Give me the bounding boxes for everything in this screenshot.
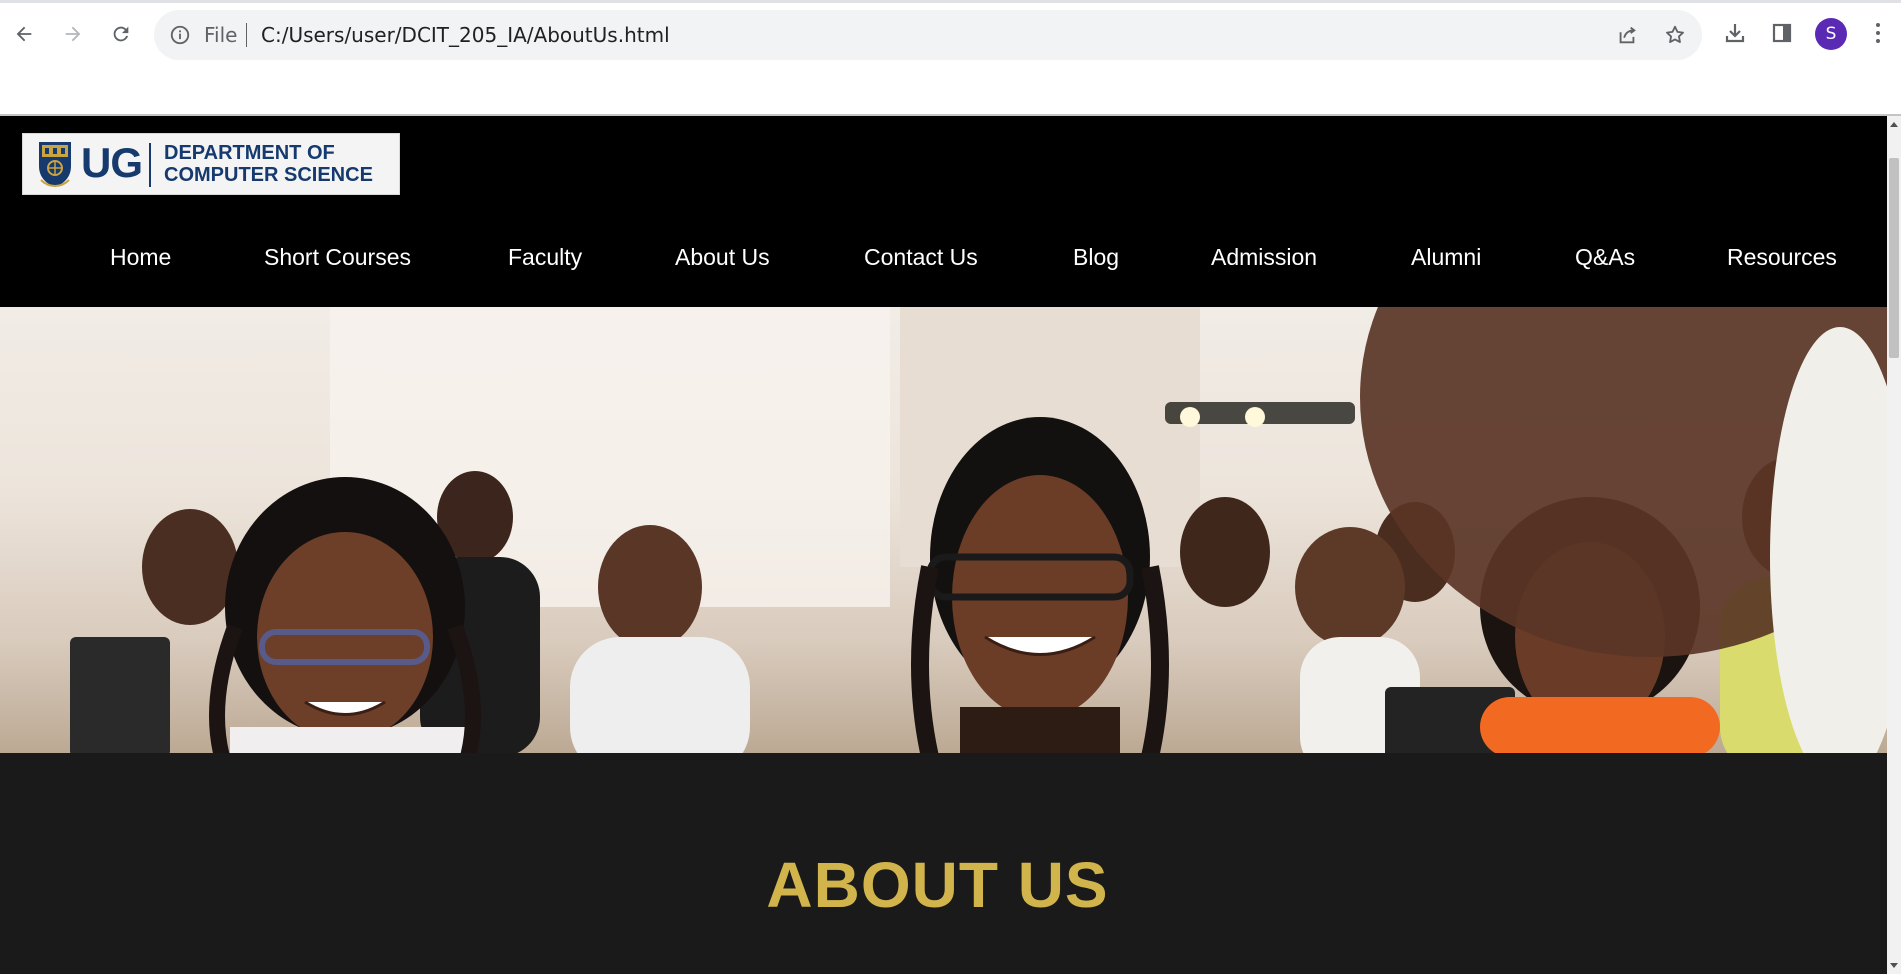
- share-icon[interactable]: [1614, 22, 1640, 48]
- logo-department-text: DEPARTMENT OF COMPUTER SCIENCE: [164, 142, 373, 186]
- address-bar[interactable]: File C:/Users/user/DCIT_205_IA/AboutUs.h…: [154, 10, 1702, 60]
- reload-icon: [113, 26, 129, 42]
- scheme-label: File: [204, 23, 238, 47]
- page-viewport: UG DEPARTMENT OF COMPUTER SCIENCE Home S…: [0, 116, 1887, 974]
- hero-classroom-image: [0, 307, 1887, 753]
- about-section: ABOUT US: [0, 753, 1887, 974]
- scroll-down-arrow-icon[interactable]: [1890, 963, 1898, 968]
- main-navigation: Home Short Courses Faculty About Us Cont…: [0, 234, 1887, 280]
- back-icon: [16, 26, 32, 42]
- nav-resources[interactable]: Resources: [1727, 234, 1837, 280]
- department-logo[interactable]: UG DEPARTMENT OF COMPUTER SCIENCE: [22, 133, 400, 195]
- back-button[interactable]: [7, 17, 41, 51]
- nav-contact-us[interactable]: Contact Us: [864, 234, 978, 280]
- ug-crest-icon: [39, 142, 71, 188]
- info-icon[interactable]: [168, 23, 192, 47]
- download-icon[interactable]: [1720, 18, 1750, 48]
- forward-button[interactable]: [56, 17, 90, 51]
- nav-blog[interactable]: Blog: [1073, 234, 1119, 280]
- nav-alumni[interactable]: Alumni: [1411, 234, 1481, 280]
- profile-avatar[interactable]: S: [1815, 18, 1847, 50]
- browser-toolbar: File C:/Users/user/DCIT_205_IA/AboutUs.h…: [0, 0, 1901, 116]
- menu-icon[interactable]: [1868, 18, 1888, 48]
- reload-button[interactable]: [104, 17, 138, 51]
- nav-short-courses[interactable]: Short Courses: [264, 234, 411, 280]
- hero-illustration: [70, 307, 1887, 753]
- site-header: UG DEPARTMENT OF COMPUTER SCIENCE Home S…: [0, 116, 1887, 307]
- logo-ug-text: UG: [81, 139, 143, 186]
- nav-admission[interactable]: Admission: [1211, 234, 1317, 280]
- nav-faculty[interactable]: Faculty: [508, 234, 582, 280]
- url-text[interactable]: C:/Users/user/DCIT_205_IA/AboutUs.html: [261, 23, 670, 47]
- address-divider: [246, 23, 247, 47]
- nav-about-us[interactable]: About Us: [675, 234, 770, 280]
- nav-home[interactable]: Home: [110, 234, 171, 280]
- forward-icon: [65, 26, 81, 42]
- logo-divider: [149, 143, 151, 187]
- nav-qas[interactable]: Q&As: [1575, 234, 1635, 280]
- scroll-thumb[interactable]: [1889, 158, 1899, 358]
- scroll-up-arrow-icon[interactable]: [1890, 122, 1898, 127]
- about-title: ABOUT US: [766, 849, 1109, 921]
- side-panel-icon[interactable]: [1767, 18, 1797, 48]
- bookmark-star-icon[interactable]: [1662, 22, 1688, 48]
- tab-strip-edge: [0, 0, 1901, 3]
- page-scrollbar[interactable]: [1887, 116, 1901, 974]
